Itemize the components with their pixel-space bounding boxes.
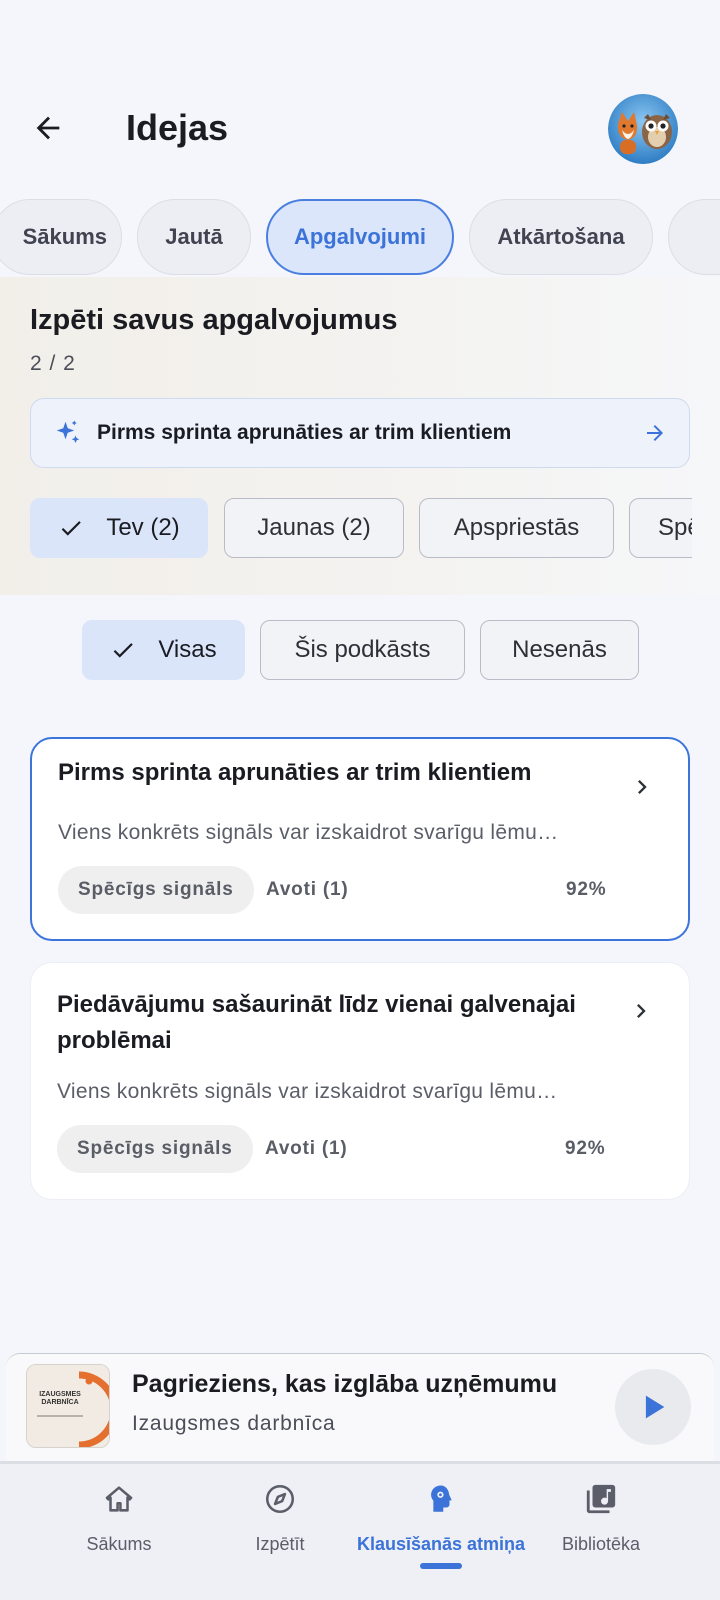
brain-icon — [356, 1482, 526, 1516]
nav-home[interactable]: Sākums — [34, 1464, 204, 1574]
back-button[interactable] — [26, 106, 70, 150]
check-icon — [110, 637, 136, 663]
app-bar: Idejas — [0, 92, 720, 164]
play-button[interactable] — [615, 1369, 691, 1445]
now-playing-show: Izaugsmes darbnīca — [132, 1412, 336, 1435]
filter-chips: Tev (2) Jaunas (2) Apspriestās Spēcīgi — [0, 498, 692, 558]
claim-card[interactable]: Piedāvājumu sašaurināt līdz vienai galve… — [30, 962, 690, 1200]
play-icon — [645, 1395, 665, 1419]
check-icon — [58, 515, 84, 541]
podcast-cover: IZAUGSMES DARBNĪCA — [26, 1364, 110, 1448]
tab-home[interactable]: Sākums — [0, 199, 122, 275]
category-tabs: Sākums Jautā Apgalvojumi Atkārtošana — [0, 199, 720, 277]
library-icon — [516, 1482, 686, 1516]
scope-all[interactable]: Visas — [82, 620, 245, 680]
chevron-right-icon — [627, 997, 655, 1030]
tab-more[interactable] — [668, 199, 720, 275]
now-playing-title: Pagrieziens, kas izglāba uzņēmumu — [132, 1370, 558, 1398]
chevron-right-icon — [628, 773, 656, 806]
tab-claims[interactable]: Apgalvojumi — [266, 199, 454, 275]
claim-title: Piedāvājumu sašaurināt līdz vienai galve… — [57, 991, 576, 1054]
bottom-navigation: Sākums Izpētīt Klausīšanās atmiņa Biblio… — [0, 1461, 720, 1600]
confidence-value: 92% — [566, 879, 607, 900]
suggestion-banner[interactable]: Pirms sprinta aprunāties ar trim klienti… — [30, 398, 690, 468]
page-title: Idejas — [126, 107, 229, 148]
home-icon — [34, 1482, 204, 1516]
item-counter: 2 / 2 — [30, 352, 76, 375]
nav-library[interactable]: Bibliotēka — [516, 1464, 686, 1574]
claim-description: Viens konkrēts signāls var izskaidrot sv… — [57, 1080, 558, 1103]
sources-link[interactable]: Avoti (1) — [265, 1138, 348, 1160]
cover-line — [37, 1415, 83, 1417]
suggestion-text: Pirms sprinta aprunāties ar trim klienti… — [97, 421, 512, 444]
claim-description: Viens konkrēts signāls var izskaidrot sv… — [58, 821, 559, 844]
signal-badge: Spēcīgs signāls — [57, 1125, 253, 1173]
compass-icon — [195, 1482, 365, 1516]
arrow-left-icon — [36, 116, 60, 140]
scope-this-podcast[interactable]: Šis podkāsts — [260, 620, 465, 680]
active-tab-indicator — [420, 1563, 462, 1569]
confidence-value: 92% — [565, 1138, 606, 1159]
arrow-right-icon — [643, 421, 667, 450]
filter-new[interactable]: Jaunas (2) — [224, 498, 404, 558]
nav-explore[interactable]: Izpētīt — [195, 1464, 365, 1574]
filter-for-you[interactable]: Tev (2) — [30, 498, 208, 558]
nav-listening-memory[interactable]: Klausīšanās atmiņa — [356, 1464, 526, 1574]
claim-card[interactable]: Pirms sprinta aprunāties ar trim klienti… — [30, 737, 690, 941]
claim-title: Pirms sprinta aprunāties ar trim klienti… — [58, 759, 532, 786]
scope-chips: Visas Šis podkāsts Nesenās — [0, 620, 720, 680]
filter-strong[interactable]: Spēcīgi — [629, 498, 692, 558]
scope-recent[interactable]: Nesenās — [480, 620, 639, 680]
sources-link[interactable]: Avoti (1) — [266, 879, 349, 901]
tab-review[interactable]: Atkārtošana — [469, 199, 653, 275]
cover-text: IZAUGSMES DARBNĪCA — [39, 1391, 81, 1406]
sparkle-icon — [53, 418, 83, 453]
tab-ask[interactable]: Jautā — [137, 199, 251, 275]
signal-badge: Spēcīgs signāls — [58, 866, 254, 914]
filter-discussed[interactable]: Apspriestās — [419, 498, 614, 558]
mini-player[interactable]: IZAUGSMES DARBNĪCA Pagrieziens, kas izgl… — [6, 1353, 714, 1461]
avatar[interactable] — [608, 94, 678, 164]
section-title: Izpēti savus apgalvojumus — [30, 304, 398, 336]
